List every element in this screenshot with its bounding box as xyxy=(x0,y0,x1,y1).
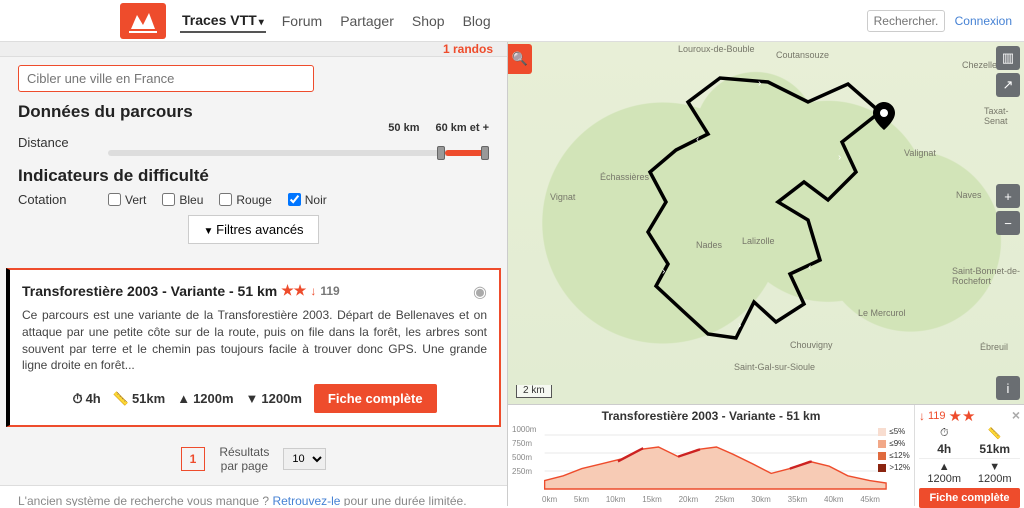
popularity-count: 119 xyxy=(320,284,339,298)
cotation-label: Cotation xyxy=(18,192,108,207)
info-button[interactable]: i xyxy=(996,376,1020,400)
map[interactable]: 🔍 Coutansouze Chezelle Taxat-Senat Louro… xyxy=(508,42,1024,404)
svg-text:›: › xyxy=(838,152,841,163)
distance-slider[interactable]: 50 km60 km et + xyxy=(108,128,489,156)
fiche-complete-button[interactable]: Fiche complète xyxy=(314,384,437,413)
route-title: Transforestière 2003 - Variante - 51 km xyxy=(22,283,277,299)
pagination: 1 Résultats par page 10 xyxy=(0,437,507,485)
checkbox-bleu[interactable]: Bleu xyxy=(162,193,203,207)
elevation-chart[interactable] xyxy=(514,423,908,495)
descent-icon: ▼ xyxy=(989,461,1000,473)
down-arrow-icon: ↓ xyxy=(919,409,925,423)
advanced-filters-button[interactable]: Filtres avancés xyxy=(188,215,318,244)
main-nav: Traces VTT▾ Forum Partager Shop Blog xyxy=(180,9,493,33)
nav-blog[interactable]: Blog xyxy=(461,10,493,32)
ascent-icon: ▲ xyxy=(939,461,950,473)
right-panel: 🔍 Coutansouze Chezelle Taxat-Senat Louro… xyxy=(508,42,1024,506)
rating-stars-icon: ★★ xyxy=(949,407,976,425)
close-icon[interactable]: × xyxy=(1012,407,1020,423)
fiche-complete-button-small[interactable]: Fiche complète xyxy=(919,488,1020,508)
results-count: 1 randos xyxy=(0,42,507,57)
route-description: Ce parcours est une variante de la Trans… xyxy=(22,307,487,374)
clock-icon: ⏱ xyxy=(72,391,82,407)
city-input[interactable] xyxy=(18,65,314,92)
login-link[interactable]: Connexion xyxy=(955,14,1012,28)
down-arrow-icon: ↓ xyxy=(310,284,316,298)
zoom-in-button[interactable]: + xyxy=(996,184,1020,208)
section-parcours: Données du parcours xyxy=(18,102,489,122)
distance-label: Distance xyxy=(18,135,108,150)
per-page-label: Résultats par page xyxy=(219,445,269,473)
summary-panel: × ↓119 ★★ ⏱4h 📏51km ▲1200m ▼1200m Fiche … xyxy=(914,405,1024,506)
svg-text:›: › xyxy=(662,266,665,277)
eye-icon[interactable]: ◉ xyxy=(473,282,487,302)
gpx-track: › ‹ › › ‹ › xyxy=(508,42,1024,392)
checkbox-rouge[interactable]: Rouge xyxy=(219,193,271,207)
layers-button[interactable]: ▥ xyxy=(996,46,1020,70)
elevation-panel: Transforestière 2003 - Variante - 51 km … xyxy=(508,404,1024,506)
distance-icon: 📏 xyxy=(988,427,1002,440)
top-header: Traces VTT▾ Forum Partager Shop Blog Con… xyxy=(0,0,1024,42)
old-search-link[interactable]: Retrouvez-le xyxy=(272,494,340,506)
clock-icon: ⏱ xyxy=(940,427,949,440)
search-input[interactable] xyxy=(867,10,945,32)
legacy-links: L'ancien système de recherche vous manqu… xyxy=(0,485,507,506)
rating-stars-icon: ★★ xyxy=(281,282,306,299)
current-page[interactable]: 1 xyxy=(181,447,206,471)
left-panel: 1 randos Données du parcours Distance 50… xyxy=(0,42,508,506)
svg-text:‹: ‹ xyxy=(808,262,811,273)
per-page-select[interactable]: 10 xyxy=(283,448,326,470)
ascent-icon: ▲ xyxy=(177,391,190,406)
site-logo[interactable] xyxy=(120,3,166,39)
distance-icon: 📏 xyxy=(113,391,129,407)
checkbox-noir[interactable]: Noir xyxy=(288,193,327,207)
chevron-down-icon: ▾ xyxy=(259,17,264,28)
nav-traces[interactable]: Traces VTT▾ xyxy=(180,9,266,33)
svg-text:‹: ‹ xyxy=(696,134,699,145)
map-scale: 2 km xyxy=(516,385,552,398)
zoom-out-button[interactable]: − xyxy=(996,211,1020,235)
checkbox-vert[interactable]: Vert xyxy=(108,193,146,207)
svg-text:›: › xyxy=(758,78,761,89)
chart-title: Transforestière 2003 - Variante - 51 km xyxy=(514,409,908,423)
svg-text:›: › xyxy=(738,320,741,331)
nav-forum[interactable]: Forum xyxy=(280,10,324,32)
start-marker-icon xyxy=(873,102,895,133)
nav-shop[interactable]: Shop xyxy=(410,10,447,32)
route-stats: ⏱4h 📏51km ▲1200m ▼1200m Fiche complète xyxy=(22,384,487,413)
section-difficulte: Indicateurs de difficulté xyxy=(18,166,489,186)
nav-partager[interactable]: Partager xyxy=(338,10,396,32)
descent-icon: ▼ xyxy=(246,391,259,406)
route-card[interactable]: Transforestière 2003 - Variante - 51 km … xyxy=(6,268,501,427)
share-button[interactable]: ↗ xyxy=(996,73,1020,97)
gradient-legend: ≤5% ≤9% ≤12% >12% xyxy=(878,427,910,472)
